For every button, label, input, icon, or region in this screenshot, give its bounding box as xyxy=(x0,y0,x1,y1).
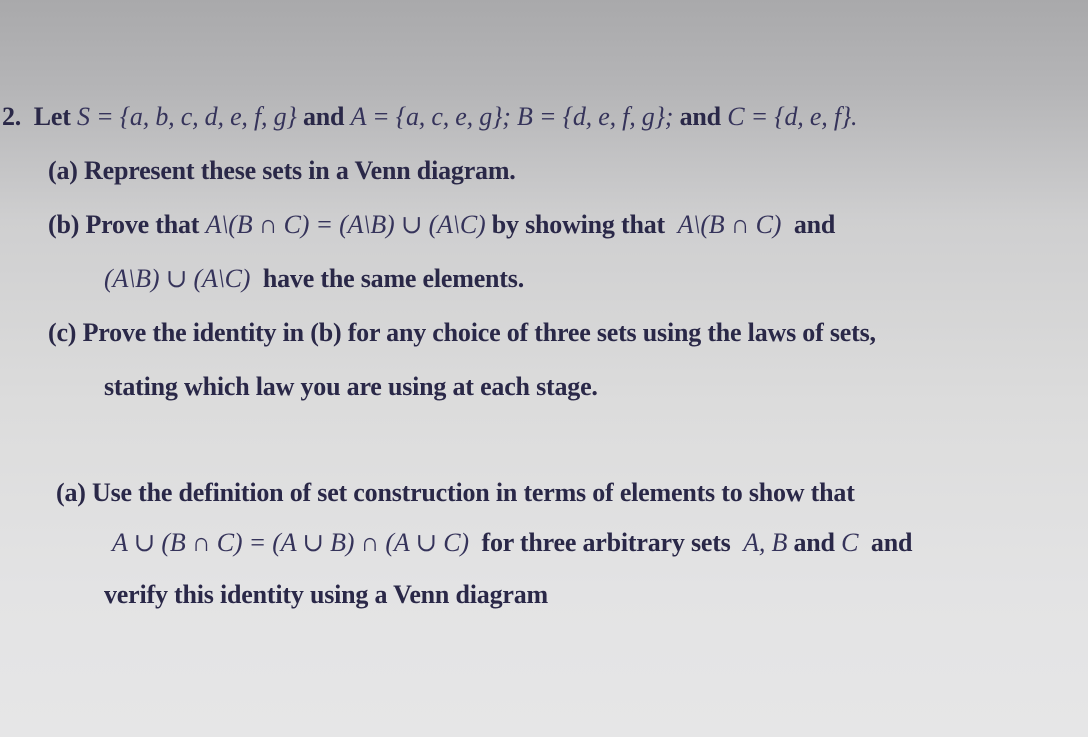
part-b-lead: Prove that xyxy=(85,210,200,239)
part-a: (a) Represent these sets in a Venn diagr… xyxy=(48,156,516,186)
q2-part-a-text-1: Use the definition of set construction i… xyxy=(92,478,855,507)
part-c-line-2: stating which law you are using at each … xyxy=(104,372,598,402)
q2-line-2-text: for three arbitrary sets xyxy=(481,528,731,557)
part-b-label: (b) xyxy=(48,210,80,239)
part-b-mid: by showing that xyxy=(491,210,666,239)
part-b-identity: A\(B ∩ C) = (A\B) ∪ (A\C) xyxy=(205,210,486,239)
intro-lead: Let xyxy=(33,102,71,131)
q2-identity: A ∪ (B ∩ C) = (A ∪ B) ∩ (A ∪ C) xyxy=(112,528,469,557)
part-c-text-2: stating which law you are using at each … xyxy=(104,372,598,401)
part-b-line-1: (b) Prove that A\(B ∩ C) = (A\B) ∪ (A\C)… xyxy=(48,210,1058,240)
q2-part-a-line-3: verify this identity using a Venn diagra… xyxy=(104,580,548,610)
part-c-line-1: (c) Prove the identity in (b) for any ch… xyxy=(48,318,876,348)
set-A-definition: A = {a, c, e, g}; xyxy=(350,102,511,131)
q2-and-1: and xyxy=(793,528,835,557)
q2-set-C: C xyxy=(841,528,859,557)
part-b-line-2-tail: have the same elements. xyxy=(262,264,524,293)
intro-and-2: and xyxy=(679,102,722,131)
q2-part-a-line-2: A ∪ (B ∩ C) = (A ∪ B) ∩ (A ∪ C) for thre… xyxy=(112,528,912,558)
part-c-text-1: Prove the identity in (b) for any choice… xyxy=(82,318,876,347)
q2-part-a-label: (a) xyxy=(56,478,86,507)
part-b-line-2: (A\B) ∪ (A\C) have the same elements. xyxy=(104,264,524,294)
part-b-tail: and xyxy=(793,210,836,239)
part-a-text: Represent these sets in a Venn diagram. xyxy=(84,156,516,185)
document-page: 2. Let S = {a, b, c, d, e, f, g} and A =… xyxy=(0,0,1088,737)
set-B-definition: B = {d, e, f, g}; xyxy=(517,102,674,131)
q2-part-a-line-1: (a) Use the definition of set constructi… xyxy=(56,478,855,508)
q2-and-2: and xyxy=(870,528,913,557)
question-2-intro: 2. Let S = {a, b, c, d, e, f, g} and A =… xyxy=(2,102,858,132)
part-a-label: (a) xyxy=(48,156,78,185)
set-S-definition: S = {a, b, c, d, e, f, g} xyxy=(76,102,297,131)
question-number: 2. xyxy=(2,102,22,131)
q2-part-a-text-3: verify this identity using a Venn diagra… xyxy=(104,580,548,609)
part-c-label: (c) xyxy=(48,318,77,347)
part-b-expr-1: A\(B ∩ C) xyxy=(677,210,782,239)
intro-and-1: and xyxy=(302,102,345,131)
q2-sets-AB: A, B xyxy=(743,528,788,557)
set-C-definition: C = {d, e, f}. xyxy=(727,102,858,131)
part-b-expr-2: (A\B) ∪ (A\C) xyxy=(104,264,251,293)
